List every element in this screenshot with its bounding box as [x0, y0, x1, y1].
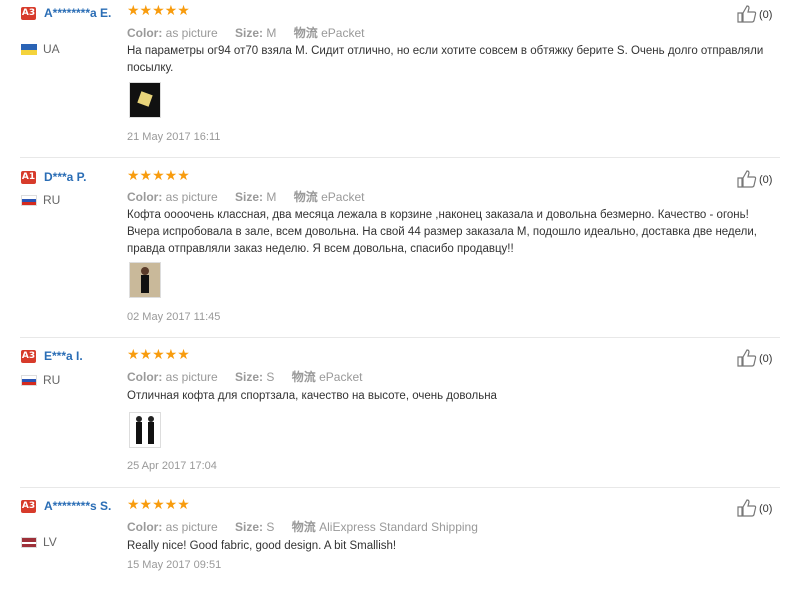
shipping-value: ePacket	[321, 26, 365, 40]
country-flag-icon	[21, 44, 37, 55]
color-value: as picture	[165, 26, 218, 40]
thumbs-up-icon[interactable]	[737, 349, 757, 367]
like-count: (0)	[759, 503, 773, 515]
star-rating: ★★★★★	[127, 168, 190, 184]
country-code: LV	[43, 535, 57, 549]
color-label: Color:	[127, 190, 163, 204]
size-value: M	[266, 190, 277, 204]
review-date: 21 May 2017 16:11	[127, 131, 221, 143]
order-info: Color: as picture Size: S 物流 ePacket	[127, 368, 376, 385]
review-date: 25 Apr 2017 17:04	[127, 460, 217, 472]
size-value: M	[266, 26, 277, 40]
country-flag-icon	[21, 537, 37, 548]
shipping-label: 物流	[291, 520, 316, 534]
review-date: 15 May 2017 09:51	[127, 559, 222, 571]
like-count: (0)	[759, 9, 773, 21]
review-divider	[20, 157, 780, 158]
shipping-label: 物流	[293, 26, 318, 40]
review-divider	[20, 337, 780, 338]
shipping-label: 物流	[293, 190, 318, 204]
buyer-name[interactable]: E***a I.	[44, 348, 124, 364]
country-code: UA	[43, 42, 60, 56]
photo-image	[130, 413, 160, 447]
shipping-value: ePacket	[321, 190, 365, 204]
star-rating: ★★★★★	[127, 347, 190, 363]
shipping-value: ePacket	[319, 370, 363, 384]
order-info: Color: as picture Size: S 物流 AliExpress …	[127, 518, 492, 535]
thumbs-up-icon[interactable]	[737, 170, 757, 188]
thumbs-up-icon[interactable]	[737, 499, 757, 517]
color-value: as picture	[165, 520, 218, 534]
order-info: Color: as picture Size: M 物流 ePacket	[127, 24, 378, 41]
review-photo-thumbnail[interactable]	[129, 412, 161, 448]
shipping-value: AliExpress Standard Shipping	[319, 520, 478, 534]
buyer-name[interactable]: A********a E.	[44, 5, 124, 21]
review-text: Отличная кофта для спортзала, качество н…	[127, 390, 497, 402]
buyer-name[interactable]: D***a P.	[44, 169, 124, 185]
star-rating: ★★★★★	[127, 3, 190, 19]
buyer-name[interactable]: A********s S.	[44, 498, 124, 514]
size-label: Size:	[235, 26, 264, 40]
photo-image	[130, 263, 160, 297]
star-rating: ★★★★★	[127, 497, 190, 513]
country-flag-icon	[21, 195, 37, 206]
thumbs-up-icon[interactable]	[737, 5, 757, 23]
buyer-level-badge: A1	[21, 171, 36, 184]
review-text: Кофта оооочень классная, два месяца лежа…	[127, 209, 757, 255]
buyer-level-badge: A3	[21, 500, 36, 513]
review-divider	[20, 487, 780, 488]
color-label: Color:	[127, 370, 163, 384]
like-count: (0)	[759, 174, 773, 186]
order-info: Color: as picture Size: M 物流 ePacket	[127, 188, 378, 205]
country-code: RU	[43, 373, 61, 387]
like-count: (0)	[759, 353, 773, 365]
size-label: Size:	[235, 520, 264, 534]
review-photo-thumbnail[interactable]	[129, 82, 161, 118]
country-code: RU	[43, 193, 61, 207]
size-label: Size:	[235, 370, 264, 384]
review-text: Really nice! Good fabric, good design. A…	[127, 540, 397, 552]
buyer-level-badge: A3	[21, 350, 36, 363]
shipping-label: 物流	[291, 370, 316, 384]
buyer-level-badge: A3	[21, 7, 36, 20]
review-text: На параметры ог94 от70 взяла М. Сидит от…	[127, 45, 764, 74]
review-date: 02 May 2017 11:45	[127, 311, 221, 323]
size-value: S	[266, 370, 275, 384]
color-label: Color:	[127, 26, 163, 40]
review-photo-thumbnail[interactable]	[129, 262, 161, 298]
size-label: Size:	[235, 190, 264, 204]
color-value: as picture	[165, 370, 218, 384]
country-flag-icon	[21, 375, 37, 386]
color-label: Color:	[127, 520, 163, 534]
color-value: as picture	[165, 190, 218, 204]
photo-image	[130, 83, 160, 117]
size-value: S	[266, 520, 275, 534]
